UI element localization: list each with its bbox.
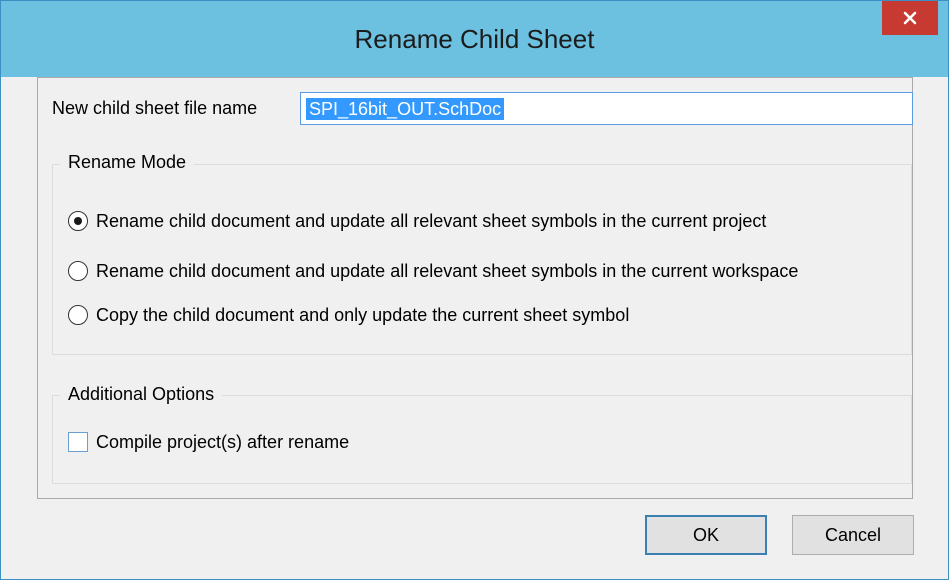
- dialog-body: New child sheet file name SPI_16bit_OUT.…: [37, 77, 913, 499]
- radio-rename-project-label: Rename child document and update all rel…: [96, 211, 767, 231]
- radio-copy-child-label: Copy the child document and only update …: [96, 305, 630, 325]
- additional-options-title: Additional Options: [60, 384, 223, 405]
- close-button[interactable]: [882, 1, 938, 35]
- compile-checkbox[interactable]: [68, 432, 88, 452]
- rename-child-sheet-dialog: Rename Child Sheet New child sheet file …: [0, 0, 949, 580]
- radio-rename-workspace-label: Rename child document and update all rel…: [96, 261, 799, 281]
- filename-input[interactable]: SPI_16bit_OUT.SchDoc: [300, 92, 913, 125]
- rename-mode-title: Rename Mode: [60, 152, 195, 173]
- dialog-title: Rename Child Sheet: [354, 24, 595, 54]
- radio-button[interactable]: [68, 211, 88, 231]
- radio-button[interactable]: [68, 305, 88, 325]
- title-bar: Rename Child Sheet: [1, 1, 948, 77]
- filename-label: New child sheet file name: [52, 98, 258, 118]
- filename-value: SPI_16bit_OUT.SchDoc: [306, 98, 505, 120]
- compile-label: Compile project(s) after rename: [96, 432, 350, 452]
- ok-button[interactable]: OK: [645, 515, 767, 555]
- radio-button[interactable]: [68, 261, 88, 281]
- cancel-button[interactable]: Cancel: [792, 515, 914, 555]
- close-icon: [903, 11, 917, 25]
- radio-selected-dot: [74, 217, 82, 225]
